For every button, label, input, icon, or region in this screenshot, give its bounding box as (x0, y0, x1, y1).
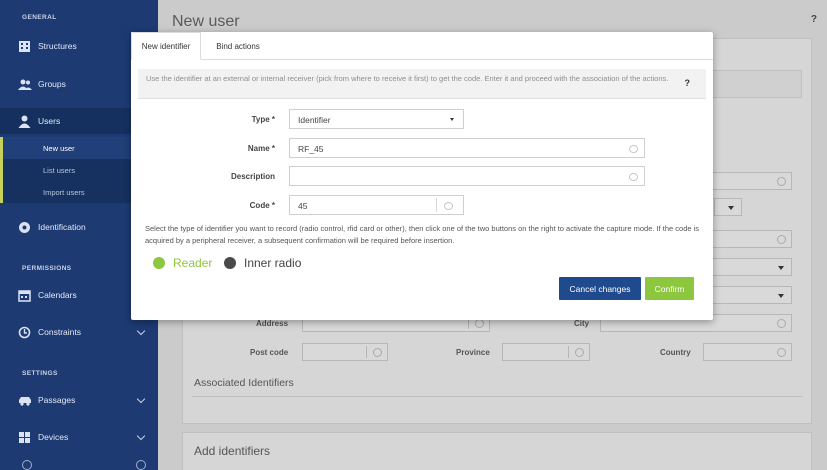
sidebar-item-label: Users (38, 116, 61, 126)
radio-selected-icon (153, 257, 165, 269)
sidebar-item-passages[interactable]: Passages (0, 387, 158, 413)
constraint-icon (18, 326, 31, 339)
clear-icon[interactable] (629, 173, 638, 181)
province-label: Province (456, 348, 490, 357)
code-input[interactable]: 45 (289, 195, 464, 215)
info-text: Use the identifier at an external or int… (146, 74, 669, 83)
page-title: New user (172, 13, 240, 30)
sidebar-item-label: Structures (38, 41, 77, 51)
section-settings: SETTINGS (22, 370, 58, 377)
radio-inner-radio[interactable]: Inner radio (224, 256, 301, 270)
section-permissions: PERMISSIONS (22, 265, 72, 272)
type-select[interactable]: Identifier (289, 109, 464, 129)
power-icon[interactable] (136, 460, 146, 470)
car-icon (18, 394, 31, 407)
city-label: City (574, 319, 590, 328)
confirm-button[interactable]: Confirm (645, 277, 694, 300)
chevron-down-icon (136, 326, 146, 336)
clear-icon[interactable] (444, 202, 453, 210)
user-icon (18, 115, 31, 128)
devices-icon (18, 431, 31, 444)
post-code-field[interactable] (302, 343, 388, 361)
country-field[interactable] (703, 343, 792, 361)
bg-select[interactable] (714, 198, 742, 216)
add-identifiers-heading: Add identifiers (194, 444, 271, 458)
dropdown-arrow-icon (778, 294, 784, 298)
sidebar-item-constraints[interactable]: Constraints (0, 319, 158, 345)
dropdown-arrow-icon (778, 266, 784, 270)
chevron-down-icon (136, 394, 146, 404)
settings-icon[interactable] (22, 460, 32, 470)
help-icon[interactable]: ? (811, 14, 817, 25)
province-field[interactable] (502, 343, 590, 361)
calendar-icon (18, 289, 31, 302)
name-value: RF_45 (298, 144, 324, 154)
sidebar-item-label: Calendars (38, 290, 77, 300)
dropdown-arrow-icon (450, 118, 454, 121)
clear-icon[interactable] (777, 235, 786, 244)
country-label: Country (660, 348, 691, 357)
clear-icon[interactable] (777, 177, 786, 186)
capture-instructions: Select the type of identifier you want t… (145, 224, 700, 245)
post-code-label: Post code (250, 348, 289, 357)
clear-icon[interactable] (475, 319, 484, 328)
clear-icon[interactable] (373, 348, 382, 357)
divider (192, 396, 802, 397)
add-identifiers-card (182, 432, 812, 470)
code-value: 45 (298, 201, 308, 211)
address-label: Address (256, 319, 289, 328)
sidebar-item-label: Devices (38, 432, 69, 442)
clear-icon[interactable] (777, 348, 786, 357)
chevron-down-icon (136, 431, 146, 441)
sidebar-item-label: Passages (38, 395, 76, 405)
description-label: Description (230, 172, 275, 181)
help-icon[interactable]: ? (685, 78, 691, 89)
modal-tabs: New identifier Bind actions (131, 32, 713, 60)
section-general: GENERAL (22, 14, 57, 21)
sidebar-item-devices[interactable]: Devices (0, 424, 158, 450)
name-input[interactable]: RF_45 (289, 138, 645, 158)
radio-reader[interactable]: Reader (153, 256, 212, 270)
type-value: Identifier (298, 115, 331, 125)
sidebar-subitem-label: New user (43, 143, 75, 153)
sidebar-subitem-label: List users (43, 165, 76, 175)
clear-icon[interactable] (575, 348, 584, 357)
group-icon (18, 78, 32, 91)
new-identifier-modal: New identifier Bind actions Use the iden… (131, 32, 713, 320)
fingerprint-icon (18, 221, 31, 234)
building-icon (18, 40, 31, 53)
tab-bind-actions[interactable]: Bind actions (203, 32, 273, 60)
name-label: Name * (247, 144, 275, 153)
sidebar-item-label: Groups (38, 79, 66, 89)
info-box: Use the identifier at an external or int… (138, 69, 706, 99)
code-label: Code * (249, 201, 275, 210)
dropdown-arrow-icon (728, 206, 734, 210)
clear-icon[interactable] (777, 319, 786, 328)
radio-reader-label: Reader (173, 256, 213, 270)
type-label: Type * (251, 115, 275, 124)
sidebar-item-label: Identification (38, 222, 86, 232)
description-input[interactable] (289, 166, 645, 186)
cancel-changes-button[interactable]: Cancel changes (559, 277, 641, 300)
clear-icon[interactable] (629, 145, 638, 153)
tab-new-identifier[interactable]: New identifier (131, 32, 201, 60)
sidebar-item-label: Constraints (38, 327, 81, 337)
radio-unselected-icon (224, 257, 236, 269)
associated-identifiers-heading: Associated Identifiers (194, 377, 294, 389)
radio-inner-radio-label: Inner radio (244, 256, 302, 270)
sidebar-subitem-label: Import users (43, 187, 85, 197)
